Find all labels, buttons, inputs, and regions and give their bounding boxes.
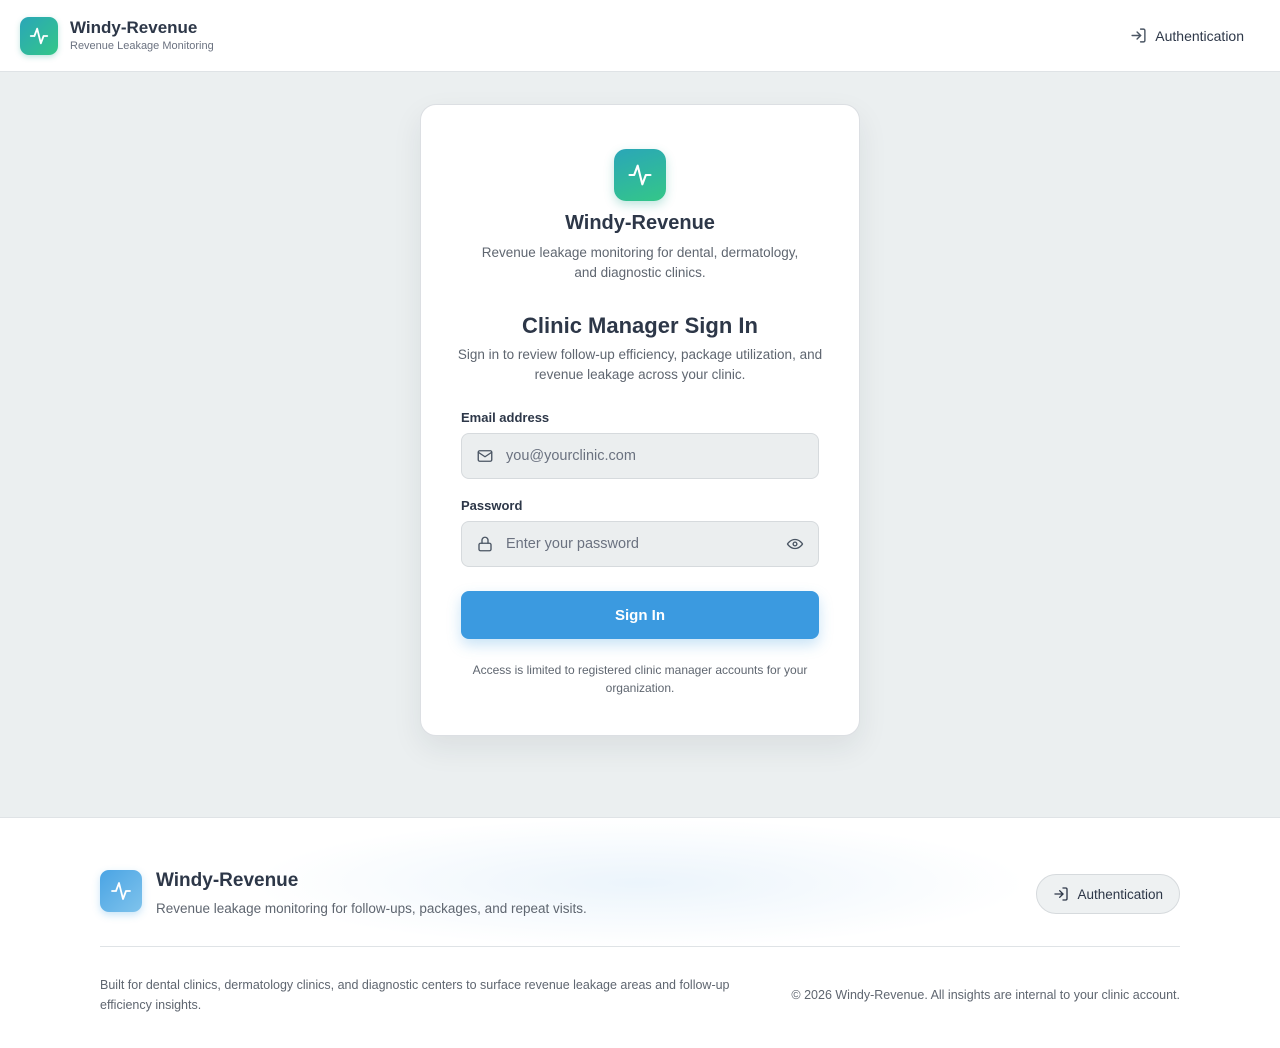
top-navbar: Windy-Revenue Revenue Leakage Monitoring… (0, 0, 1280, 72)
email-label: Email address (461, 410, 550, 425)
email-field-group: Email address (461, 409, 819, 479)
footer-copyright: © 2026 Windy-Revenue. All insights are i… (791, 988, 1180, 1002)
activity-pulse-icon (614, 149, 666, 201)
access-note: Access is limited to registered clinic m… (472, 663, 808, 695)
password-input-wrapper[interactable] (461, 521, 819, 567)
sign-in-arrow-icon (1054, 887, 1069, 901)
activity-pulse-icon (20, 16, 58, 55)
email-input-wrapper[interactable] (461, 433, 819, 479)
sign-in-button[interactable]: Sign In (461, 591, 819, 639)
footer-authentication-button[interactable]: Authentication (1036, 874, 1180, 914)
header-authentication-label: Authentication (1155, 27, 1244, 44)
header-brand[interactable]: Windy-Revenue Revenue Leakage Monitoring (20, 16, 214, 55)
footer-about-text: Built for dental clinics, dermatology cl… (100, 978, 730, 1012)
footer-authentication-label: Authentication (1077, 886, 1163, 902)
sign-in-arrow-icon (1131, 28, 1146, 43)
email-field[interactable] (506, 448, 804, 464)
footer-divider (100, 946, 1180, 947)
main-content: Windy-Revenue Revenue leakage monitoring… (0, 72, 1280, 817)
page-title: Clinic Manager Sign In (522, 313, 758, 338)
header-brand-name: Windy-Revenue (70, 17, 198, 37)
mail-icon (477, 450, 493, 462)
footer-brand-name: Windy-Revenue (156, 870, 299, 891)
login-card: Windy-Revenue Revenue leakage monitoring… (420, 104, 860, 736)
footer-brand: Windy-Revenue Revenue leakage monitoring… (100, 870, 587, 918)
footer-tagline: Revenue leakage monitoring for follow-up… (156, 901, 587, 916)
activity-pulse-icon (100, 870, 142, 912)
footer: Windy-Revenue Revenue leakage monitoring… (0, 817, 1280, 1048)
header-authentication-link[interactable]: Authentication (1114, 19, 1260, 52)
password-field-group: Password (461, 497, 819, 567)
lock-icon (478, 536, 492, 552)
card-brand-description: Revenue leakage monitoring for dental, d… (481, 245, 799, 280)
toggle-password-button[interactable] (786, 535, 804, 553)
password-label: Password (461, 498, 523, 513)
password-field[interactable] (506, 536, 778, 552)
card-brand-name: Windy-Revenue (565, 212, 715, 234)
header-brand-tagline: Revenue Leakage Monitoring (70, 39, 214, 52)
eye-icon (786, 538, 804, 550)
signin-subtitle: Sign in to review follow-up efficiency, … (457, 347, 823, 382)
